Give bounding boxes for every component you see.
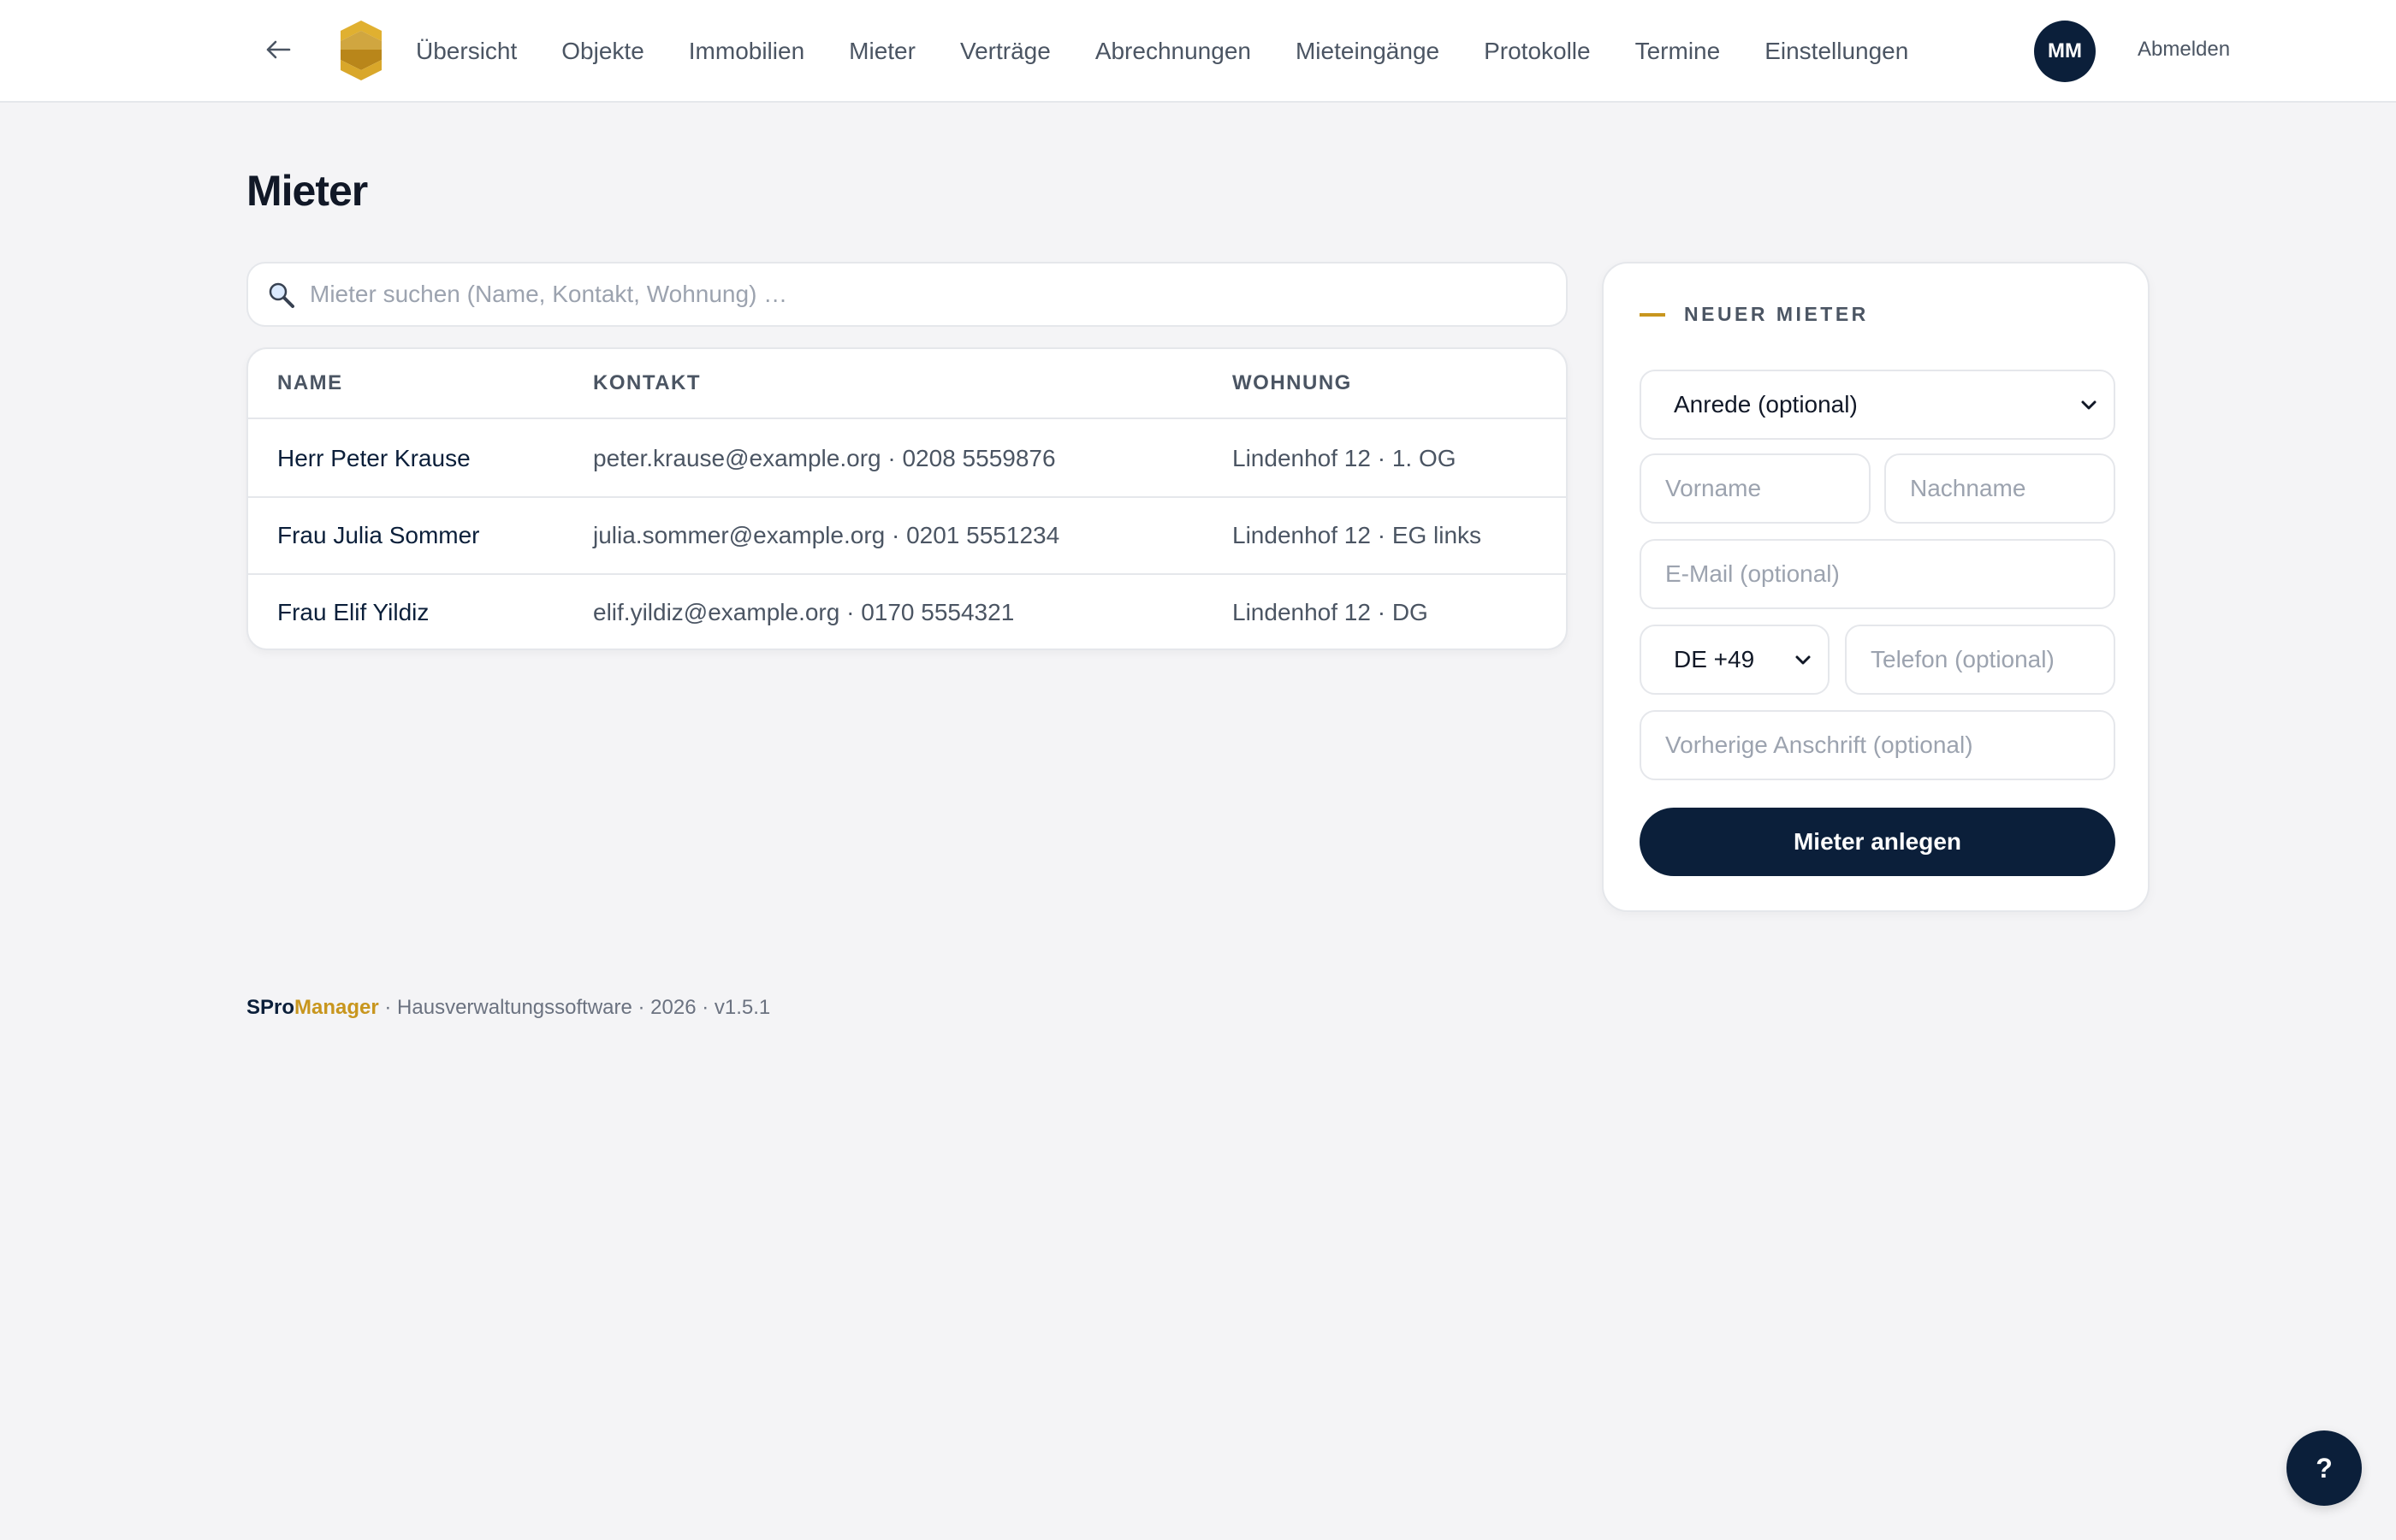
tenant-contact: peter.krause@example.org · 0208 5559876	[593, 445, 1056, 471]
previous-address-field[interactable]	[1640, 710, 2115, 780]
tenant-name[interactable]: Herr Peter Krause	[277, 445, 471, 472]
tenant-name[interactable]: Frau Elif Yildiz	[277, 599, 429, 626]
column-header-unit: WOHNUNG	[1232, 371, 1352, 394]
help-button[interactable]: ?	[2286, 1430, 2362, 1506]
logout-link[interactable]: Abmelden	[2138, 38, 2230, 62]
tenant-name[interactable]: Frau Julia Sommer	[277, 522, 480, 549]
footer-brand-spro: SPro	[246, 996, 295, 1019]
country-code-select[interactable]: DE +49	[1640, 625, 1830, 695]
main-nav: Übersicht Objekte Immobilien Mieter Vert…	[416, 0, 1953, 103]
search-icon	[269, 282, 294, 308]
chevron-down-icon	[2081, 400, 2096, 410]
nav-item-mieteingaenge[interactable]: Mieteingänge	[1296, 38, 1439, 65]
top-nav-bar: Übersicht Objekte Immobilien Mieter Vert…	[0, 0, 2396, 103]
table-row[interactable]: Herr Peter Krause peter.krause@example.o…	[248, 421, 1566, 498]
firstname-field[interactable]	[1640, 453, 1871, 524]
salutation-selected-value: Anrede (optional)	[1674, 391, 1858, 418]
country-code-selected-value: DE +49	[1674, 646, 1755, 672]
back-button[interactable]	[259, 31, 297, 68]
salutation-select[interactable]: Anrede (optional)	[1640, 370, 2115, 440]
form-heading: NEUER MIETER	[1640, 303, 1869, 326]
table-row[interactable]: Frau Julia Sommer julia.sommer@example.o…	[248, 498, 1566, 575]
page-title: Mieter	[246, 167, 368, 215]
column-header-contact: KONTAKT	[593, 371, 702, 394]
spro-logo-icon[interactable]	[339, 19, 383, 82]
nav-item-uebersicht[interactable]: Übersicht	[416, 38, 517, 65]
tenant-contact: julia.sommer@example.org · 0201 5551234	[593, 522, 1060, 548]
nav-item-immobilien[interactable]: Immobilien	[689, 38, 804, 65]
footer-text: · Hausverwaltungssoftware · 2026 · v1.5.…	[378, 996, 771, 1019]
tenant-unit: Lindenhof 12 · 1. OG	[1232, 445, 1456, 471]
footer: SProManager · Hausverwaltungssoftware · …	[246, 996, 770, 1020]
lastname-field[interactable]	[1884, 453, 2115, 524]
tenant-contact: elif.yildiz@example.org · 0170 5554321	[593, 599, 1015, 625]
tenant-search	[246, 262, 1568, 327]
create-tenant-button[interactable]: Mieter anlegen	[1640, 808, 2115, 876]
nav-item-abrechnungen[interactable]: Abrechnungen	[1095, 38, 1251, 65]
user-avatar[interactable]: MM	[2034, 21, 2096, 82]
nav-item-termine[interactable]: Termine	[1635, 38, 1721, 65]
tenant-unit: Lindenhof 12 · DG	[1232, 599, 1428, 625]
nav-item-objekte[interactable]: Objekte	[561, 38, 644, 65]
table-header: NAME KONTAKT WOHNUNG	[248, 349, 1566, 419]
nav-item-vertraege[interactable]: Verträge	[960, 38, 1051, 65]
email-field[interactable]	[1640, 539, 2115, 609]
nav-item-einstellungen[interactable]: Einstellungen	[1764, 38, 1908, 65]
tenant-unit: Lindenhof 12 · EG links	[1232, 522, 1482, 548]
table-row[interactable]: Frau Elif Yildiz elif.yildiz@example.org…	[248, 575, 1566, 649]
new-tenant-form: NEUER MIETER Anrede (optional) DE +49 Mi…	[1602, 262, 2150, 912]
chevron-down-icon	[1795, 655, 1811, 665]
heading-accent-line	[1640, 312, 1665, 317]
nav-item-protokolle[interactable]: Protokolle	[1484, 38, 1591, 65]
nav-item-mieter[interactable]: Mieter	[849, 38, 916, 65]
arrow-left-icon	[266, 40, 291, 59]
form-title: NEUER MIETER	[1684, 303, 1869, 325]
footer-brand-manager: Manager	[294, 996, 379, 1019]
tenant-table: NAME KONTAKT WOHNUNG Herr Peter Krause p…	[246, 347, 1568, 650]
phone-field[interactable]	[1845, 625, 2115, 695]
search-input[interactable]	[310, 264, 1542, 325]
column-header-name: NAME	[277, 371, 343, 394]
